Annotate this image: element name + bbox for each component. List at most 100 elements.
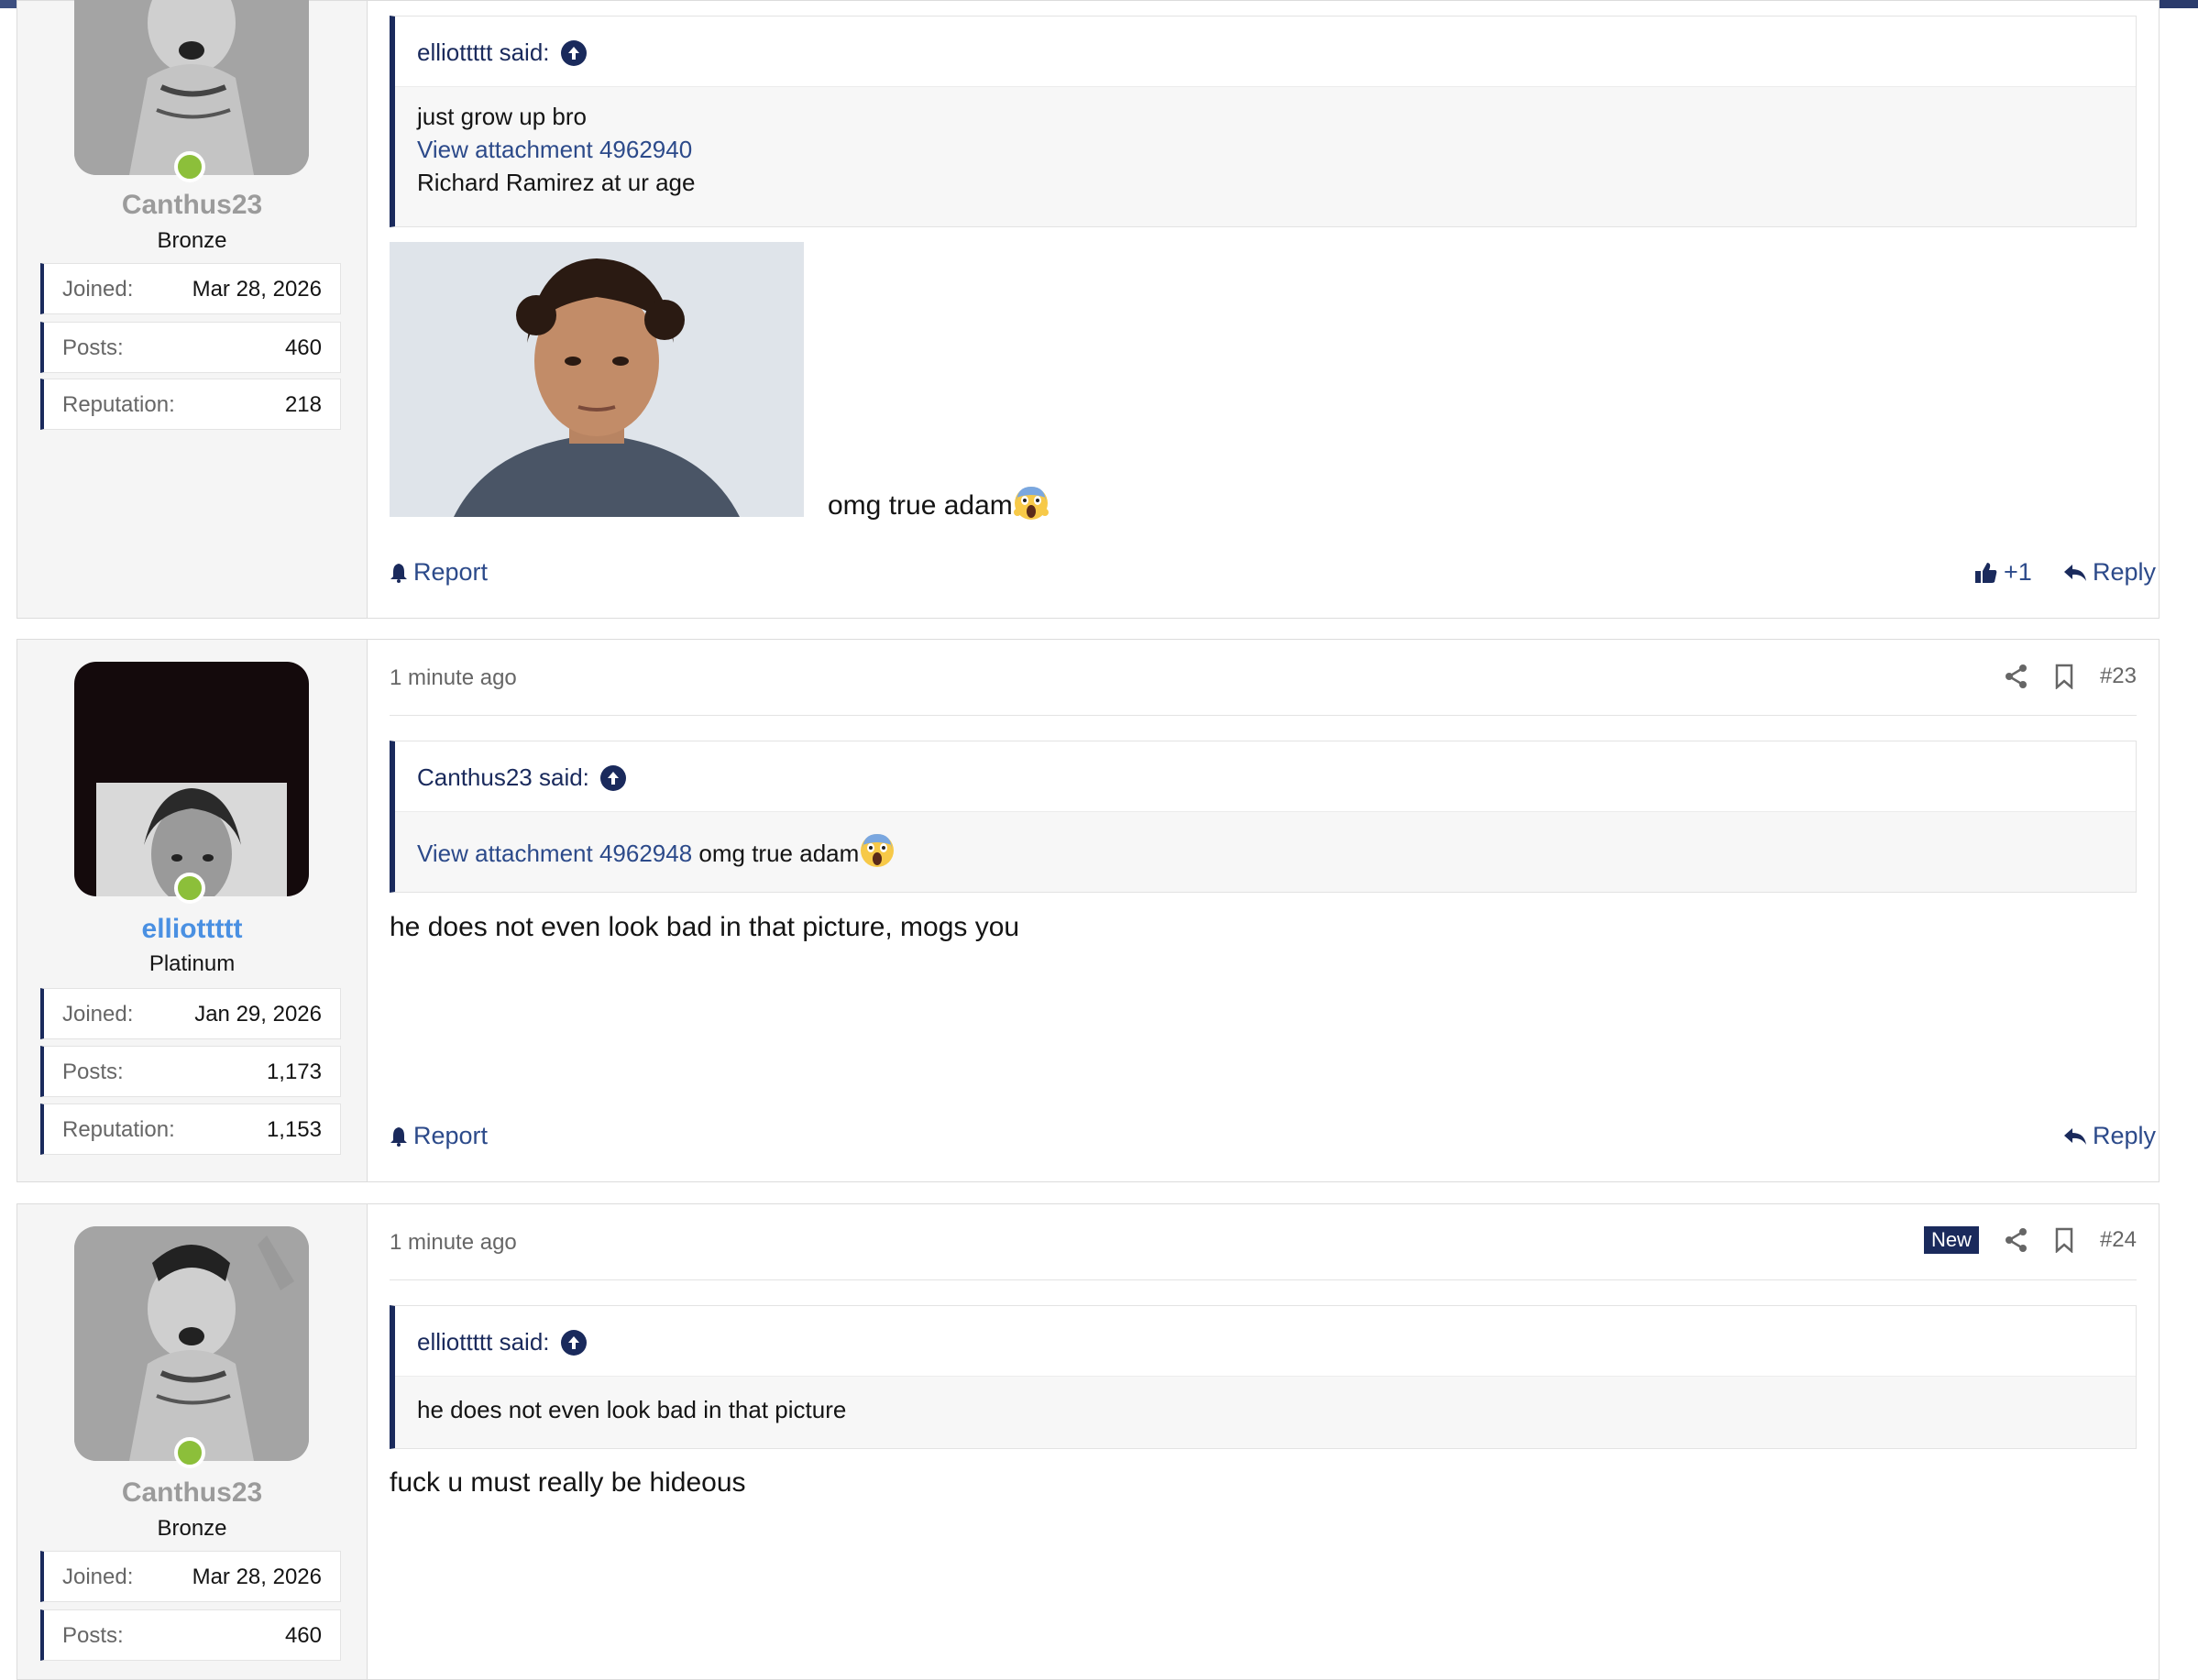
avatar[interactable] bbox=[74, 0, 309, 175]
stat-label: Joined: bbox=[62, 1565, 134, 1589]
stat-label: Posts: bbox=[62, 335, 124, 360]
username[interactable]: Canthus23 bbox=[17, 190, 367, 221]
stat-joined: Joined: Mar 28, 2026 bbox=[40, 263, 341, 314]
online-status-dot bbox=[174, 151, 205, 182]
stat-joined: Joined: Mar 28, 2026 bbox=[40, 1551, 341, 1602]
quote-text: just grow up bro bbox=[417, 103, 587, 130]
reply-arrow-icon bbox=[2064, 1127, 2086, 1145]
post-23: elliottttt Platinum Joined: Jan 29, 2026 … bbox=[16, 639, 2160, 1182]
post-meta-actions: New #24 bbox=[1923, 1226, 2137, 1254]
stat-label: Posts: bbox=[62, 1623, 124, 1648]
stat-label: Joined: bbox=[62, 277, 134, 302]
user-rank: Bronze bbox=[157, 228, 227, 253]
quote-body: just grow up bro View attachment 4962940… bbox=[395, 87, 2136, 212]
quote-header: elliottttt said: bbox=[395, 1306, 2136, 1377]
stat-label: Joined: bbox=[62, 1002, 134, 1027]
post-meta-actions: #23 bbox=[2005, 664, 2137, 689]
arrow-up-circle-icon[interactable] bbox=[560, 1329, 587, 1356]
post-number[interactable]: #23 bbox=[2100, 664, 2137, 689]
bell-icon bbox=[390, 563, 407, 583]
thumbs-up-icon bbox=[1975, 562, 1997, 583]
quote-author[interactable]: Canthus23 said: bbox=[417, 763, 589, 792]
reply-button[interactable]: Reply bbox=[2063, 558, 2156, 587]
attached-image[interactable] bbox=[390, 242, 804, 517]
stat-label: Reputation: bbox=[62, 392, 175, 417]
stat-label: Reputation: bbox=[62, 1117, 175, 1142]
report-label[interactable]: Report bbox=[413, 558, 488, 587]
scream-emoji-icon bbox=[1013, 487, 1049, 520]
post-number[interactable]: #24 bbox=[2100, 1227, 2137, 1253]
post-timestamp[interactable]: 1 minute ago bbox=[390, 1230, 517, 1256]
stat-value: 460 bbox=[284, 1623, 322, 1648]
post-content: 1 minute ago New #24 elliottttt said: he… bbox=[368, 1204, 2159, 1679]
quote-body: View attachment 4962948 omg true adam bbox=[395, 812, 2136, 883]
new-badge: New bbox=[1923, 1226, 1979, 1254]
stat-posts: Posts: 460 bbox=[40, 322, 341, 373]
caption-text: omg true adam bbox=[828, 490, 1013, 521]
post-text: he does not even look bad in that pictur… bbox=[390, 912, 1020, 942]
quote-text: he does not even look bad in that pictur… bbox=[417, 1396, 847, 1423]
stat-reputation: Reputation: 218 bbox=[40, 379, 341, 430]
stat-reputation: Reputation: 1,153 bbox=[40, 1104, 341, 1155]
stat-posts: Posts: 460 bbox=[40, 1609, 341, 1661]
online-status-dot bbox=[174, 1437, 205, 1468]
report-button[interactable]: Report bbox=[390, 1122, 488, 1150]
attachment-link[interactable]: View attachment 4962948 bbox=[417, 840, 692, 867]
user-rank: Platinum bbox=[148, 951, 236, 976]
reply-label[interactable]: Reply bbox=[2093, 558, 2156, 587]
post-content: 1 minute ago #23 Canthus23 said: View at… bbox=[368, 640, 2159, 1181]
quote-author[interactable]: elliottttt said: bbox=[417, 1328, 550, 1356]
reply-button[interactable]: Reply bbox=[2063, 1122, 2156, 1150]
stat-value: Mar 28, 2026 bbox=[192, 277, 322, 302]
bookmark-icon[interactable] bbox=[2054, 1227, 2074, 1253]
bell-icon bbox=[390, 1126, 407, 1147]
stat-value: Mar 28, 2026 bbox=[192, 1565, 322, 1589]
post-timestamp[interactable]: 1 minute ago bbox=[390, 665, 517, 691]
scream-emoji-icon bbox=[861, 834, 895, 867]
divider bbox=[390, 715, 2137, 716]
quote-text: Richard Ramirez at ur age bbox=[417, 169, 696, 196]
arrow-up-circle-icon[interactable] bbox=[560, 39, 587, 66]
stat-value: 1,153 bbox=[266, 1117, 322, 1142]
avatar[interactable] bbox=[74, 662, 309, 896]
reply-arrow-icon bbox=[2064, 564, 2086, 581]
username[interactable]: elliottttt bbox=[17, 914, 367, 945]
quote-attribution[interactable]: elliottttt said: bbox=[417, 38, 587, 67]
post-22: Canthus23 Bronze Joined: Mar 28, 2026 Pos… bbox=[16, 0, 2160, 619]
stat-value: 218 bbox=[284, 392, 322, 417]
post-sidebar: elliottttt Platinum Joined: Jan 29, 2026 … bbox=[17, 640, 368, 1181]
stat-label: Posts: bbox=[62, 1060, 124, 1084]
attachment-link[interactable]: View attachment 4962940 bbox=[417, 133, 2114, 166]
share-icon[interactable] bbox=[2005, 1227, 2028, 1253]
quote-attribution[interactable]: Canthus23 said: bbox=[417, 763, 626, 792]
share-icon[interactable] bbox=[2005, 664, 2028, 689]
user-rank: Bronze bbox=[157, 1516, 227, 1541]
post-text: fuck u must really be hideous bbox=[390, 1467, 746, 1498]
stat-posts: Posts: 1,173 bbox=[40, 1046, 341, 1097]
like-button[interactable]: +1 bbox=[1974, 558, 2032, 587]
divider bbox=[390, 1279, 2137, 1280]
stat-value: 1,173 bbox=[266, 1060, 322, 1084]
arrow-up-circle-icon[interactable] bbox=[599, 764, 626, 791]
quote-block: elliottttt said: just grow up bro View a… bbox=[390, 16, 2137, 227]
quote-header: Canthus23 said: bbox=[395, 741, 2136, 812]
post-sidebar: Canthus23 Bronze Joined: Mar 28, 2026 Pos… bbox=[17, 0, 368, 618]
post-sidebar: Canthus23 Bronze Joined: Mar 28, 2026 Pos… bbox=[17, 1204, 368, 1679]
post-24: Canthus23 Bronze Joined: Mar 28, 2026 Pos… bbox=[16, 1203, 2160, 1680]
stat-value: Jan 29, 2026 bbox=[194, 1002, 322, 1027]
quote-author[interactable]: elliottttt said: bbox=[417, 38, 550, 67]
quote-text: omg true adam bbox=[692, 840, 860, 867]
like-count: +1 bbox=[2004, 558, 2032, 586]
bookmark-icon[interactable] bbox=[2054, 664, 2074, 689]
quote-attribution[interactable]: elliottttt said: bbox=[417, 1328, 587, 1356]
report-label[interactable]: Report bbox=[413, 1122, 488, 1150]
stat-value: 460 bbox=[284, 335, 322, 360]
quote-body: he does not even look bad in that pictur… bbox=[395, 1377, 2136, 1439]
username[interactable]: Canthus23 bbox=[17, 1477, 367, 1509]
report-button[interactable]: Report bbox=[390, 558, 488, 587]
quote-block: Canthus23 said: View attachment 4962948 … bbox=[390, 741, 2137, 893]
reply-label[interactable]: Reply bbox=[2093, 1122, 2156, 1150]
post-caption: omg true adam bbox=[828, 485, 1050, 522]
quote-header: elliottttt said: bbox=[395, 16, 2136, 87]
avatar[interactable] bbox=[74, 1226, 309, 1461]
